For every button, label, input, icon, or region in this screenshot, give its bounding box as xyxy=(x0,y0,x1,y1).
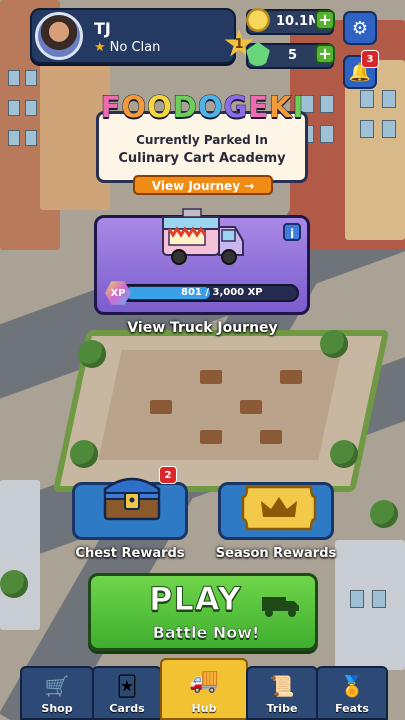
tab-tribe[interactable]: 📜 Tribe xyxy=(246,666,318,720)
chest-rewards-button[interactable] xyxy=(72,477,188,540)
parked-label: Currently Parked In xyxy=(136,133,268,147)
chest-badge: 2 xyxy=(159,466,177,484)
food-truck-icon: 🚚 xyxy=(189,666,219,694)
medal-icon: 🏅 xyxy=(339,674,365,698)
truck-info-button[interactable]: i xyxy=(283,223,301,241)
food-truck-icon xyxy=(162,208,244,265)
tab-label: Shop xyxy=(41,702,73,715)
notification-badge: 3 xyxy=(361,50,379,68)
chest-rewards-label: Chest Rewards xyxy=(75,546,185,561)
cards-icon: 🃏 xyxy=(116,674,138,698)
tab-label: Tribe xyxy=(266,702,298,715)
view-truck-journey-link[interactable]: View Truck Journey xyxy=(0,320,405,336)
player-name: TJ xyxy=(94,19,111,38)
parked-location: Culinary Cart Academy xyxy=(118,151,286,166)
truck-card[interactable]: i XP 801 / 3,000 XP xyxy=(94,208,310,315)
tab-label: Cards xyxy=(109,702,145,715)
xp-text: 801 / 3,000 XP xyxy=(181,287,263,298)
coin-balance: 10.1M + xyxy=(246,8,335,35)
tab-shop[interactable]: 🛒 Shop xyxy=(20,666,94,720)
star-icon: ★ xyxy=(94,40,106,55)
chest-icon xyxy=(103,477,161,521)
gem-balance: 5 + xyxy=(246,42,335,69)
player-profile[interactable]: TJ ★ No Clan 1 xyxy=(30,8,254,64)
view-journey-button[interactable]: View Journey → xyxy=(133,175,273,195)
clan-status: ★ No Clan xyxy=(94,40,160,55)
gem-value: 5 xyxy=(288,48,298,63)
cart-icon: 🛒 xyxy=(44,674,70,698)
game-logo: FOODOGEKI xyxy=(0,90,405,125)
tab-cards[interactable]: 🃏 Cards xyxy=(92,666,162,720)
truck-icon xyxy=(262,597,299,617)
gem-icon xyxy=(246,42,270,66)
xp-icon: XP xyxy=(105,281,131,305)
clan-name: No Clan xyxy=(109,40,161,55)
xp-label: XP xyxy=(110,287,126,299)
tab-feats[interactable]: 🏅 Feats xyxy=(316,666,388,720)
season-rewards-label: Season Rewards xyxy=(215,546,337,561)
season-rewards-button[interactable] xyxy=(218,482,334,540)
gear-icon: ⚙ xyxy=(351,17,369,39)
tab-label: Hub xyxy=(191,702,217,715)
add-gems-button[interactable]: + xyxy=(315,44,335,64)
scroll-icon: 📜 xyxy=(269,674,295,698)
tab-label: Feats xyxy=(335,702,369,715)
avatar[interactable] xyxy=(35,12,83,60)
play-subtitle: Battle Now! xyxy=(152,623,260,643)
xp-progress-bar: XP 801 / 3,000 XP xyxy=(105,281,299,305)
game-logo-text: FOODOGEKI xyxy=(100,90,305,125)
add-coins-button[interactable]: + xyxy=(315,10,335,30)
season-ticket-icon xyxy=(241,485,317,531)
settings-button[interactable]: ⚙ xyxy=(343,11,377,45)
play-button[interactable]: PLAY Battle Now! xyxy=(88,573,318,651)
tab-hub[interactable]: 🚚 Hub xyxy=(160,658,248,720)
bottom-nav: 🛒 Shop 🃏 Cards 🚚 Hub 📜 Tribe 🏅 Feats xyxy=(20,658,388,720)
play-title: PLAY xyxy=(149,580,242,619)
coin-icon xyxy=(246,8,270,32)
